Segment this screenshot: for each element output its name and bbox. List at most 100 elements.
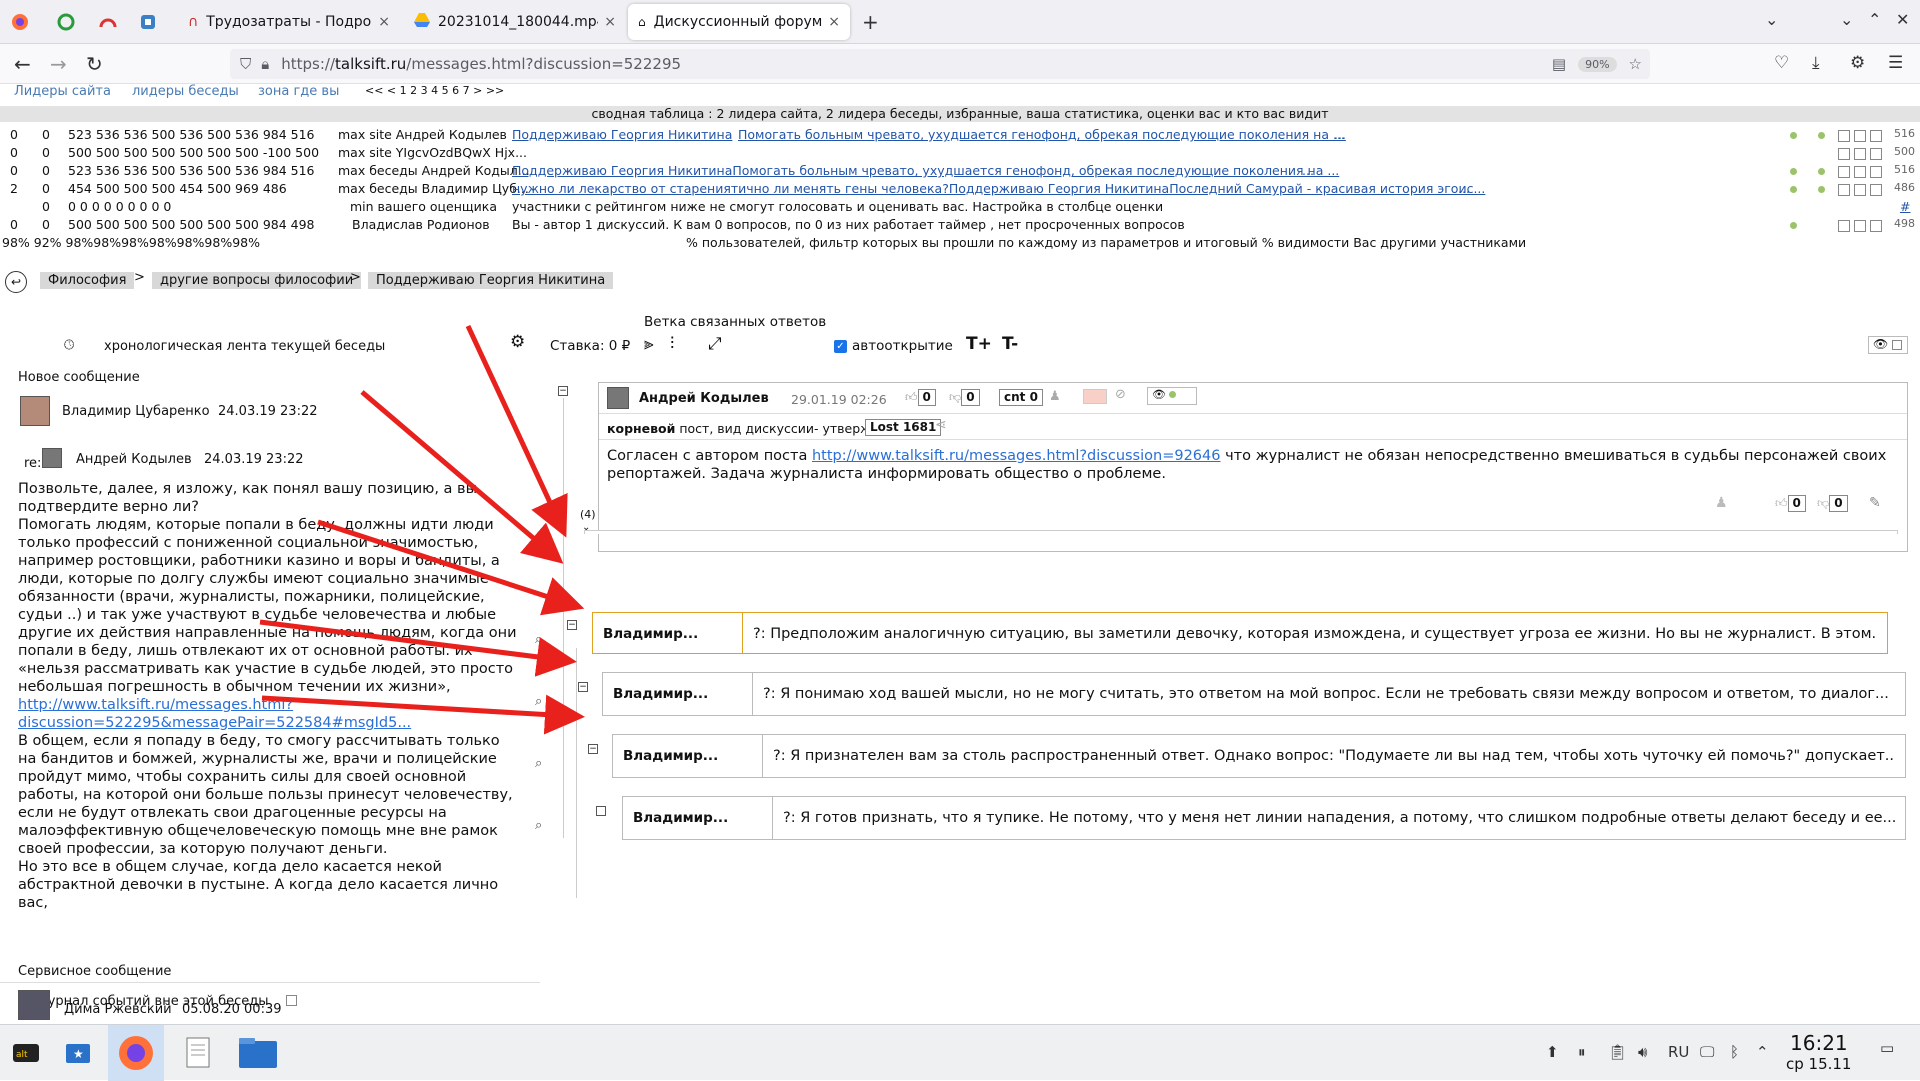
share-icon[interactable]: ⋖	[935, 417, 947, 433]
maximize-icon[interactable]: ⌃	[1868, 10, 1881, 29]
pinned-tab-blue-icon[interactable]	[136, 10, 160, 34]
row-checkbox[interactable]	[1838, 127, 1882, 142]
font-increase-button[interactable]: T+	[966, 334, 992, 354]
root-text-link[interactable]: http://www.talksift.ru/messages.html?dis…	[812, 448, 1221, 464]
like-control[interactable]: 👍︎ 0	[1775, 495, 1806, 512]
visibility-toggle[interactable]: 👁︎	[1868, 336, 1908, 354]
summary-more-link[interactable]: ...	[1458, 181, 1470, 196]
reply-node[interactable]: Владимир... ?: Я готов признать, что я т…	[622, 796, 1906, 840]
thumbs-down-icon[interactable]: 👎︎	[1817, 496, 1829, 510]
menu-icon[interactable]: ☰	[1888, 53, 1903, 73]
like-control[interactable]: 👍︎ 0	[905, 389, 936, 406]
breadcrumb-item[interactable]: другие вопросы философии	[152, 272, 362, 289]
url-bar[interactable]: ⛉ 🔒︎ https://talksift.ru/messages.html?d…	[230, 49, 1650, 79]
service-author[interactable]: Дима Ржевский	[64, 1002, 172, 1017]
minimize-icon[interactable]: ⌄	[1840, 10, 1853, 29]
row-checkbox[interactable]	[1838, 181, 1882, 196]
keyboard-layout[interactable]: RU	[1668, 1043, 1689, 1061]
updates-icon[interactable]: ⬆	[1546, 1043, 1559, 1061]
search-icon[interactable]: ⌕	[535, 818, 542, 833]
close-icon[interactable]: ×	[378, 14, 390, 30]
reply-author[interactable]: Владимир...	[593, 613, 743, 653]
breadcrumb-item[interactable]: Поддерживаю Георгия Никитина	[368, 272, 614, 289]
dislike-control[interactable]: 👎︎ 0	[1817, 495, 1848, 512]
pocket-icon[interactable]: ♡	[1774, 53, 1789, 73]
collapse-toggle[interactable]: −	[588, 744, 598, 754]
reply-author[interactable]: Владимир...	[613, 735, 763, 777]
new-tab-button[interactable]: +	[862, 10, 879, 34]
back-circle-icon[interactable]: ↩	[5, 271, 27, 293]
edit-icon[interactable]: ✎	[1869, 495, 1881, 511]
eye-toggle[interactable]: 👁︎	[1147, 387, 1197, 405]
bluetooth-icon[interactable]: ᛒ	[1730, 1043, 1739, 1061]
collapse-toggle[interactable]: −	[567, 620, 577, 630]
thumbs-down-icon[interactable]: 👎︎	[949, 390, 961, 404]
list-tabs-icon[interactable]: ⌄	[1765, 10, 1778, 29]
row-checkbox[interactable]	[1838, 217, 1882, 232]
character-icon[interactable]: ♟	[1715, 495, 1728, 511]
reply-author[interactable]: Андрей Кодылев	[76, 452, 192, 467]
thumbs-up-icon[interactable]: 👍︎	[1775, 496, 1788, 510]
font-decrease-button[interactable]: T-	[1002, 334, 1018, 354]
autoopen-checkbox[interactable]: ✓	[834, 339, 847, 353]
firefox-taskbar-icon[interactable]	[108, 1025, 164, 1081]
tab-forum[interactable]: ⌂ Дискуссионный форум ×	[628, 4, 850, 40]
branch-icon[interactable]: ⫶	[670, 334, 674, 354]
summary-link[interactable]: Поддерживаю Георгия Никитина	[512, 127, 732, 142]
message-author[interactable]: Владимир Цубаренко	[62, 404, 210, 419]
root-author[interactable]: Андрей Кодылев	[639, 391, 769, 406]
reply-node[interactable]: Владимир... ?: Я признателен вам за стол…	[612, 734, 1906, 778]
reply-author[interactable]: Владимир...	[623, 797, 773, 839]
summary-link[interactable]: Поддерживаю Георгия НикитинаПомогать бол…	[512, 163, 1339, 178]
reply-node[interactable]: Владимир... ?: Я понимаю ход вашей мысли…	[602, 672, 1906, 716]
pinned-tab-green-icon[interactable]	[54, 10, 78, 34]
message-link[interactable]: http://www.talksift.ru/messages.html?dis…	[18, 697, 411, 731]
file-manager-icon[interactable]	[238, 1033, 278, 1073]
journal-checkbox[interactable]	[286, 993, 297, 1008]
dislike-control[interactable]: 👎︎ 0	[949, 389, 980, 406]
reader-view-icon[interactable]: ▤	[1552, 55, 1566, 73]
close-icon[interactable]: ×	[604, 14, 616, 30]
pause-icon[interactable]: ⏸	[1578, 1043, 1586, 1061]
firefox-icon[interactable]	[8, 10, 32, 34]
nav-site-leaders[interactable]: Лидеры сайта	[14, 84, 111, 99]
clipboard-icon[interactable]: 📋︎	[1608, 1043, 1627, 1061]
reply-author[interactable]: Владимир...	[603, 673, 753, 715]
cnt-badge[interactable]: cnt 0	[999, 389, 1043, 406]
extensions-icon[interactable]: ⚙	[1850, 53, 1865, 73]
summary-user[interactable]: max site Андрей Кодылев	[338, 127, 507, 142]
breadcrumb-item[interactable]: Философия	[40, 272, 135, 289]
summary-link[interactable]: Помогать больным чревато, ухудшается ген…	[738, 127, 1345, 142]
tab-video[interactable]: 20231014_180044.mp4 - G ×	[404, 4, 626, 40]
volume-icon[interactable]: 🔊︎	[1638, 1043, 1647, 1061]
lost-badge[interactable]: Lost 1681	[865, 419, 942, 436]
alt-linux-start-icon[interactable]: alt	[6, 1033, 46, 1073]
search-icon[interactable]: ⌕	[535, 694, 542, 709]
close-icon[interactable]: ×	[828, 14, 840, 30]
settings-sliders-icon[interactable]: ⚙	[510, 332, 525, 352]
collapse-toggle[interactable]	[596, 806, 606, 816]
row-checkbox[interactable]	[1838, 163, 1882, 178]
zoom-level[interactable]: 90%	[1578, 56, 1617, 72]
network-icon[interactable]: 🖵︎	[1700, 1043, 1714, 1061]
shield-icon[interactable]: ⛉	[240, 55, 251, 73]
collapse-toggle[interactable]: −	[578, 682, 588, 692]
avatar[interactable]	[20, 396, 50, 426]
thumbs-up-icon[interactable]: 👍︎	[905, 390, 918, 404]
color-marker[interactable]	[1083, 389, 1107, 404]
character-icon[interactable]: ♟	[1049, 389, 1061, 404]
tab-labor[interactable]: ∩ Трудозатраты - Подробно ×	[178, 4, 400, 40]
summary-user[interactable]: max беседы Андрей Кодыл...	[338, 163, 530, 178]
avatar[interactable]	[18, 990, 50, 1020]
forward-icon[interactable]: →	[50, 52, 67, 76]
nav-your-zone[interactable]: зона где вы	[258, 84, 339, 99]
pinned-tab-red-icon[interactable]	[96, 10, 120, 34]
tree-icon[interactable]: ⫸	[644, 334, 654, 354]
summary-link[interactable]: нужно ли лекарство от старениятично ли м…	[512, 181, 1485, 196]
text-editor-icon[interactable]	[178, 1033, 218, 1073]
summary-user[interactable]: Владислав Родионов	[352, 217, 490, 232]
close-window-icon[interactable]: ✕	[1896, 10, 1909, 29]
downloads-icon[interactable]: ⤓	[1812, 53, 1820, 73]
back-icon[interactable]: ←	[14, 52, 31, 76]
expand-icon[interactable]: ⤢	[708, 334, 722, 354]
